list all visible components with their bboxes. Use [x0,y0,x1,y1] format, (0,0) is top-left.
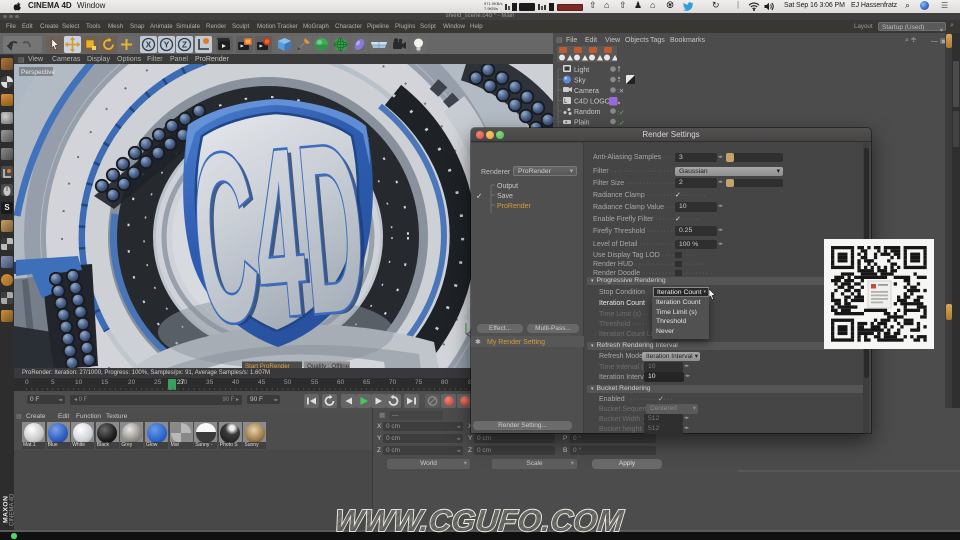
svg-text:Camera: Camera [574,88,599,95]
svg-text:C4D LOGO: C4D LOGO [574,99,611,106]
svg-text:Save: Save [497,193,513,200]
svg-text:Sky: Sky [574,78,586,85]
svg-text:ProRender: ProRender [497,203,532,210]
svg-text:Light: Light [574,67,589,74]
svg-text:Z: Z [182,39,187,49]
svg-text:✓: ✓ [476,191,482,200]
svg-text:Random: Random [574,109,601,116]
svg-text:Perspective: Perspective [21,69,55,76]
svg-text::✓: :✓ [618,110,625,117]
svg-text:Output: Output [497,183,518,190]
svg-text:Y: Y [164,39,170,49]
svg-text:WWW.CGUFO.COM: WWW.CGUFO.COM [333,504,626,538]
svg-text:MAXON: MAXON [3,496,10,523]
svg-text::✓: :✓ [618,120,625,127]
svg-text:Plain: Plain [574,120,590,127]
svg-text::✕: :✕ [617,88,624,95]
svg-text:X: X [146,39,152,49]
